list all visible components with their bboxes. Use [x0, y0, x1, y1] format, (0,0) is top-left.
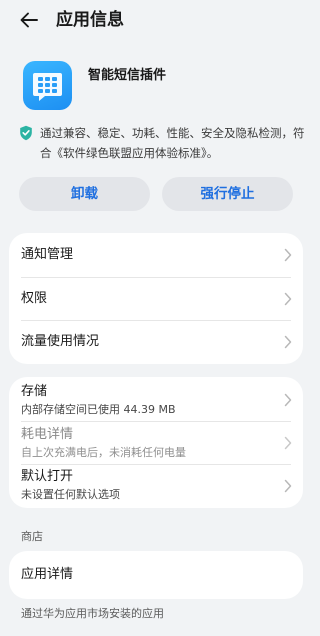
row-label: 存储	[21, 384, 48, 399]
chevron-right-icon	[284, 248, 292, 262]
settings-card-details: 存储 内部存储空间已使用 44.39 MB 耗电详情 自上次充满电后，未消耗任何…	[9, 377, 303, 508]
security-text: 通过兼容、稳定、功耗、性能、安全及隐私检测，符合《软件绿色联盟应用体验标准》。	[40, 126, 305, 160]
page-title: 应用信息	[56, 10, 124, 30]
row-storage[interactable]: 存储 内部存储空间已使用 44.39 MB	[9, 377, 303, 421]
row-label: 流量使用情况	[21, 334, 100, 349]
shield-check-icon	[20, 125, 32, 141]
chat-bubble-grid-icon	[23, 61, 72, 110]
app-icon-glyph	[33, 73, 62, 101]
row-label: 权限	[21, 291, 48, 306]
header-bar: 应用信息	[0, 0, 311, 42]
install-source-note: 通过华为应用市场安装的应用	[21, 607, 164, 620]
arrow-left-icon[interactable]	[18, 9, 40, 31]
uninstall-button[interactable]: 卸载	[19, 177, 150, 211]
row-sublabel: 未设置任何默认选项	[21, 488, 120, 501]
row-sublabel: 自上次充满电后，未消耗任何电量	[21, 446, 186, 459]
chevron-right-icon	[284, 393, 292, 407]
chevron-right-icon	[284, 292, 292, 306]
row-open-by-default[interactable]: 默认打开 未设置任何默认选项	[9, 465, 303, 508]
chevron-right-icon	[284, 479, 292, 493]
row-notification-management[interactable]: 通知管理	[9, 233, 303, 277]
section-header-store: 商店	[21, 530, 43, 543]
row-permissions[interactable]: 权限	[9, 278, 303, 320]
row-sublabel: 内部存储空间已使用 44.39 MB	[21, 403, 176, 416]
row-label: 耗电详情	[21, 427, 74, 442]
force-stop-button[interactable]: 强行停止	[162, 177, 293, 211]
row-battery-usage[interactable]: 耗电详情 自上次充满电后，未消耗任何电量	[9, 422, 303, 464]
row-data-usage[interactable]: 流量使用情况	[9, 321, 303, 364]
chevron-right-icon	[284, 335, 292, 349]
chevron-right-icon	[284, 436, 292, 450]
settings-card-general: 通知管理 权限 流量使用情况	[9, 233, 303, 364]
row-app-details[interactable]: 应用详情	[9, 551, 303, 599]
row-label: 应用详情	[21, 567, 74, 582]
settings-card-store: 应用详情	[9, 551, 303, 599]
row-label: 通知管理	[21, 247, 74, 262]
row-label: 默认打开	[21, 469, 74, 484]
app-name: 智能短信插件	[88, 68, 167, 83]
